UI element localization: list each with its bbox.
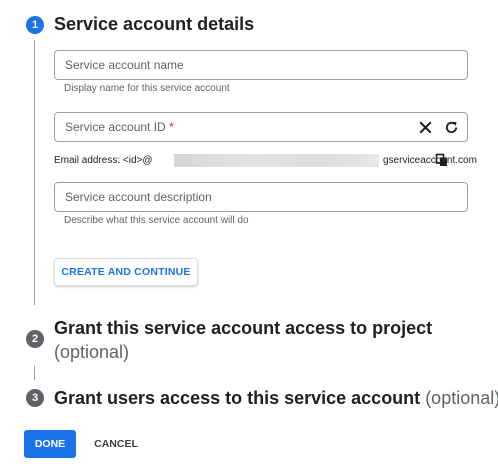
step-1-title: Service account details [54,12,254,36]
step-3-title[interactable]: Grant users access to this service accou… [54,386,498,410]
step-1-number: 1 [31,19,39,31]
service-account-name-hint: Display name for this service account [64,83,230,94]
service-account-name-field[interactable]: Service account name [54,50,468,80]
service-account-id-placeholder-text: Service account ID [65,120,166,134]
copy-icon[interactable] [435,153,449,167]
step-2-indicator: 2 [26,330,44,348]
step-connector-line-2 [34,366,35,380]
cancel-button[interactable]: CANCEL [86,430,146,458]
step-3-title-text: Grant users access to this service accou… [54,388,421,408]
step-2-optional: (optional) [54,342,130,362]
service-account-description-field[interactable]: Service account description [54,182,468,212]
step-connector-line [34,40,35,305]
refresh-icon[interactable] [441,117,461,137]
step-3-indicator: 3 [26,389,44,407]
email-address-label: Email address: <id>@ [54,155,153,166]
email-domain: gserviceaccount.com [383,155,477,166]
done-button[interactable]: DONE [24,430,76,458]
redacted-project-id [174,154,379,167]
email-address-row: Email address: <id>@ gserviceaccount.com [54,153,477,169]
service-account-id-field[interactable]: Service account ID * [54,112,468,142]
required-marker: * [169,120,174,134]
step-1-title-text: Service account details [54,14,255,34]
step-2-title-text: Grant this service account access to pro… [54,318,433,338]
create-and-continue-button[interactable]: CREATE AND CONTINUE [54,258,198,286]
service-account-id-placeholder: Service account ID * [65,120,174,134]
close-icon[interactable] [415,117,435,137]
service-account-name-placeholder: Service account name [65,58,184,72]
step-3-optional: (optional) [425,388,498,408]
step-3-number: 3 [31,392,39,404]
step-2-number: 2 [31,333,39,345]
create-service-account-page: 1 Service account details Service accoun… [0,0,498,468]
service-account-description-hint: Describe what this service account will … [64,215,249,226]
service-account-description-placeholder: Service account description [65,190,212,204]
step-1-indicator: 1 [26,16,44,34]
step-2-title[interactable]: Grant this service account access to pro… [54,316,474,364]
